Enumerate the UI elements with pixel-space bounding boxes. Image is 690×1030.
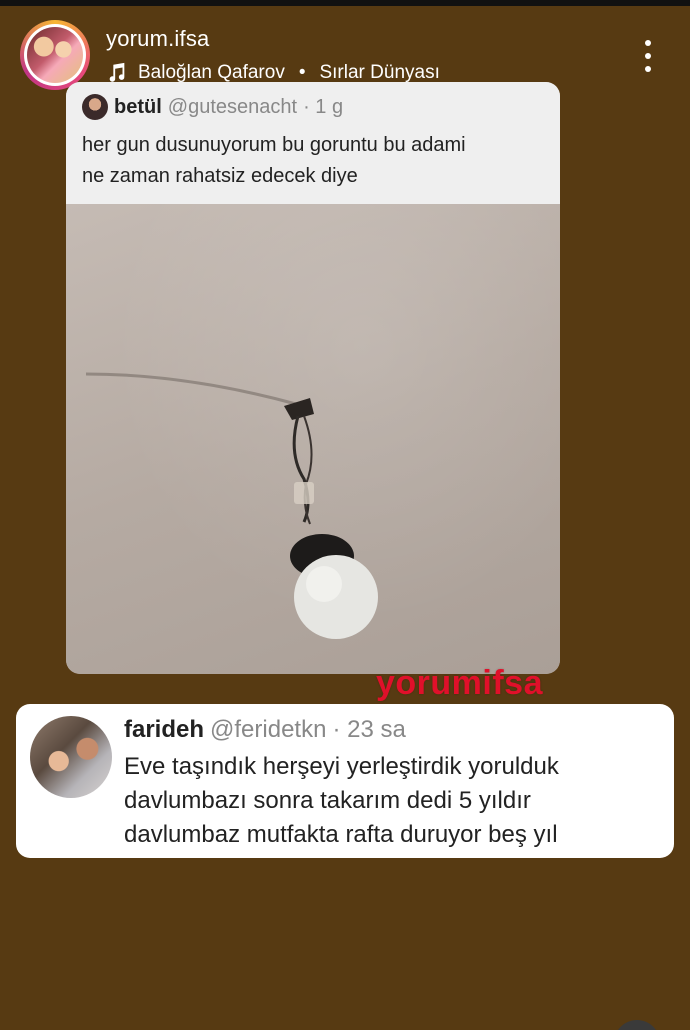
post-author-name: betül	[114, 95, 162, 118]
status-bar-edge	[0, 0, 690, 6]
post-time: · 1 g	[303, 95, 344, 118]
story-screen: yorum.ifsa Baloğlan Qafarov • Sırlar Dün…	[0, 0, 690, 1030]
more-dot	[645, 66, 651, 72]
ceiling-bulb-illustration	[85, 372, 378, 639]
music-note-icon	[109, 62, 125, 82]
music-separator: •	[298, 62, 306, 83]
music-artist: Baloğlan Qafarov	[138, 62, 285, 83]
reply-text-line: davlumbazı sonra takarım dedi 5 yıldır	[124, 787, 531, 814]
reply-time: · 23 sa	[332, 716, 406, 743]
profile-avatar[interactable]	[20, 20, 90, 90]
username[interactable]: yorum.ifsa	[106, 26, 209, 52]
avatar-frame	[24, 24, 86, 86]
post-card: betül @gutesenacht · 1 g her gun dusunuy…	[66, 82, 560, 674]
reply-meta: farideh @feridetkn · 23 sa	[124, 716, 406, 744]
avatar-image	[27, 27, 83, 83]
post-header: betül @gutesenacht · 1 g her gun dusunuy…	[66, 82, 560, 204]
post-meta: betül @gutesenacht · 1 g	[82, 94, 544, 120]
watermark: yorumifsa	[376, 664, 543, 702]
reply-author-avatar	[30, 716, 112, 798]
post-text-line: ne zaman rahatsiz edecek diye	[82, 165, 358, 187]
music-info[interactable]: Baloğlan Qafarov • Sırlar Dünyası	[106, 62, 440, 84]
post-text: her gun dusunuyorum bu goruntu bu adami …	[82, 130, 544, 192]
music-song: Sırlar Dünyası	[319, 62, 440, 83]
more-dot	[645, 53, 651, 59]
reply-author-name: farideh	[124, 716, 205, 743]
more-options-icon[interactable]	[636, 38, 660, 74]
post-photo	[66, 204, 560, 674]
post-text-line: her gun dusunuyorum bu goruntu bu adami	[82, 134, 466, 156]
reply-author-handle: @feridetkn	[210, 716, 327, 743]
reply-text-line: Eve taşındık herşeyi yerleştirdik yoruld…	[124, 753, 559, 780]
post-author-handle: @gutesenacht	[167, 95, 298, 118]
corner-button[interactable]	[614, 1020, 660, 1030]
reply-text: Eve taşındık herşeyi yerleştirdik yoruld…	[124, 750, 654, 852]
reply-text-line: davlumbaz mutfakta rafta duruyor beş yıl	[124, 821, 558, 848]
more-dot	[645, 40, 651, 46]
post-author-avatar	[82, 94, 108, 120]
